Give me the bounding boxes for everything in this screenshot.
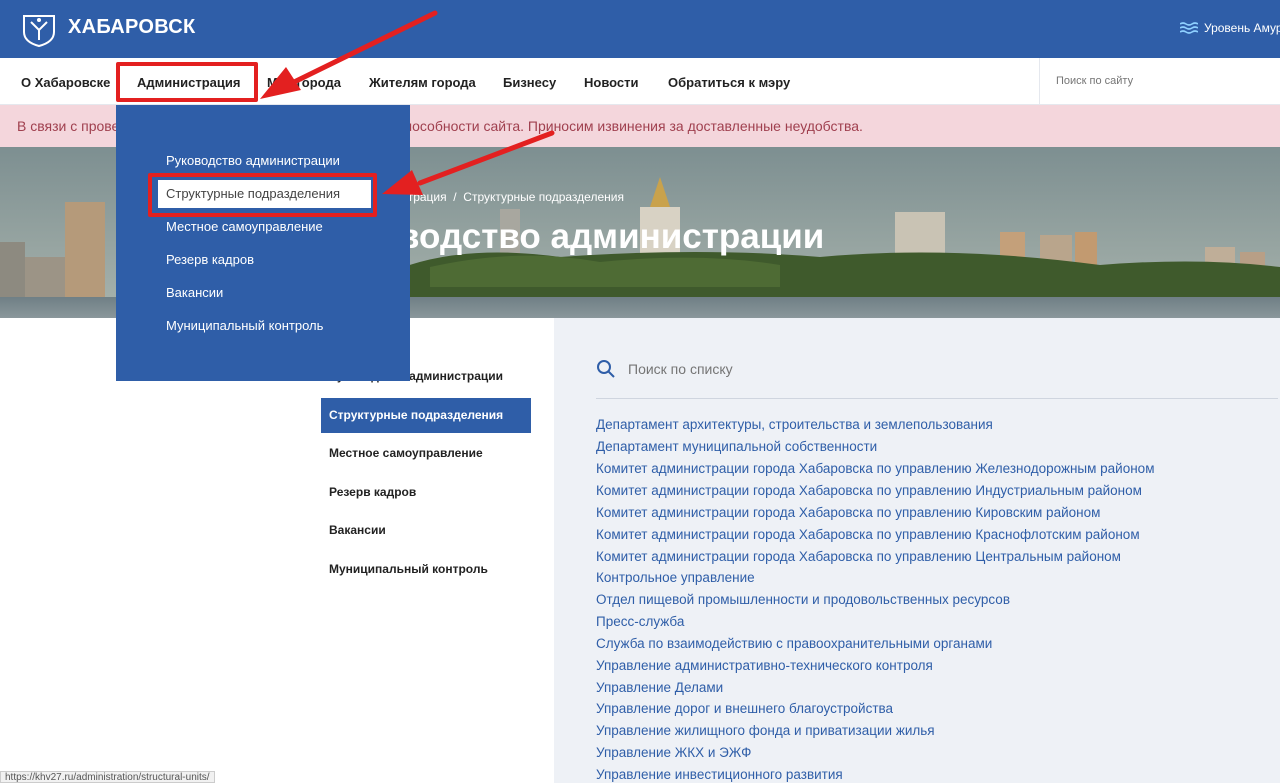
unit-link[interactable]: Департамент архитектуры, строительства и… bbox=[596, 417, 993, 432]
dropdown-item-vacancies[interactable]: Вакансии bbox=[166, 285, 223, 300]
page-title: водство администрации bbox=[398, 217, 825, 256]
nav-item-business[interactable]: Бизнесу bbox=[503, 75, 556, 90]
nav-item-about[interactable]: О Хабаровске bbox=[21, 75, 110, 90]
unit-link[interactable]: Комитет администрации города Хабаровска … bbox=[596, 505, 1100, 520]
nav-divider bbox=[1039, 58, 1040, 105]
search-underline bbox=[596, 398, 1278, 399]
top-bar: ХАБАРОВСК Уровень Амура bbox=[0, 0, 1280, 58]
annotation-highlight-structural-units bbox=[148, 173, 377, 217]
unit-link[interactable]: Управление инвестиционного развития bbox=[596, 767, 843, 782]
unit-link[interactable]: Управление административно-технического … bbox=[596, 658, 933, 673]
dropdown-item-personnel-reserve[interactable]: Резерв кадров bbox=[166, 252, 254, 267]
amur-level-label: Уровень Амура bbox=[1204, 21, 1280, 35]
unit-link[interactable]: Управление Делами bbox=[596, 680, 723, 695]
sidebar-item-personnel-reserve[interactable]: Резерв кадров bbox=[321, 475, 531, 510]
nav-item-residents[interactable]: Жителям города bbox=[369, 75, 476, 90]
nav-item-contact-mayor[interactable]: Обратиться к мэру bbox=[668, 75, 790, 90]
list-search-input[interactable] bbox=[628, 360, 1268, 378]
nav-item-news[interactable]: Новости bbox=[584, 75, 639, 90]
unit-link[interactable]: Управление ЖКХ и ЭЖФ bbox=[596, 745, 751, 760]
status-bar-url: https://khv27.ru/administration/structur… bbox=[0, 771, 215, 783]
city-coat-of-arms-logo[interactable] bbox=[20, 10, 58, 48]
sidebar-item-municipal-control[interactable]: Муниципальный контроль bbox=[321, 552, 531, 587]
water-waves-icon bbox=[1180, 22, 1198, 34]
unit-link[interactable]: Комитет администрации города Хабаровска … bbox=[596, 549, 1121, 564]
unit-link[interactable]: Комитет администрации города Хабаровска … bbox=[596, 483, 1142, 498]
nav-item-mayor[interactable]: Мэр города bbox=[267, 75, 341, 90]
search-icon[interactable] bbox=[596, 359, 616, 379]
unit-link[interactable]: Отдел пищевой промышленности и продоволь… bbox=[596, 592, 1010, 607]
dropdown-item-municipal-control[interactable]: Муниципальный контроль bbox=[166, 318, 323, 333]
unit-link[interactable]: Управление дорог и внешнего благоустройс… bbox=[596, 701, 893, 716]
breadcrumb[interactable]: истрация / Структурные подразделения bbox=[395, 190, 624, 204]
unit-link[interactable]: Управление жилищного фонда и приватизаци… bbox=[596, 723, 935, 738]
annotation-highlight-administration bbox=[116, 62, 258, 102]
sidebar-item-vacancies[interactable]: Вакансии bbox=[321, 513, 531, 548]
unit-link[interactable]: Департамент муниципальной собственности bbox=[596, 439, 877, 454]
dropdown-item-leadership[interactable]: Руководство администрации bbox=[166, 153, 340, 168]
amur-level-link[interactable]: Уровень Амура bbox=[1180, 21, 1280, 35]
administration-dropdown-menu: Руководство администрации Структурные по… bbox=[116, 105, 410, 381]
unit-link[interactable]: Комитет администрации города Хабаровска … bbox=[596, 527, 1140, 542]
unit-link[interactable]: Контрольное управление bbox=[596, 570, 755, 585]
unit-link[interactable]: Пресс-служба bbox=[596, 614, 684, 629]
sidebar-item-local-government[interactable]: Местное самоуправление bbox=[321, 436, 531, 471]
sidebar-item-structural-units[interactable]: Структурные подразделения bbox=[321, 398, 531, 433]
site-title[interactable]: ХАБАРОВСК bbox=[68, 16, 196, 39]
site-search-input[interactable] bbox=[1056, 75, 1256, 87]
unit-link[interactable]: Служба по взаимодействию с правоохраните… bbox=[596, 636, 992, 651]
dropdown-item-local-government[interactable]: Местное самоуправление bbox=[166, 219, 323, 234]
structural-units-panel: Департамент архитектуры, строительства и… bbox=[554, 318, 1280, 783]
unit-link[interactable]: Комитет администрации города Хабаровска … bbox=[596, 461, 1154, 476]
